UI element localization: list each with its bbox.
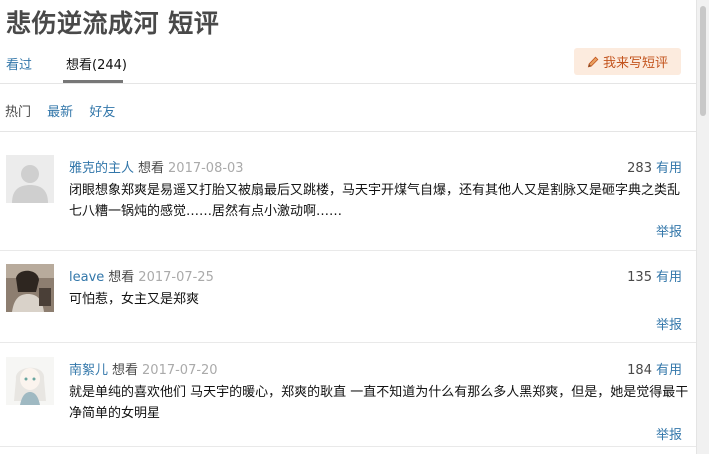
comment-date: 2017-07-25 <box>138 270 214 285</box>
report-link[interactable]: 举报 <box>656 314 682 333</box>
tab-want-to-watch[interactable]: 想看(244) <box>66 54 127 73</box>
comment-divider <box>0 250 697 251</box>
vote-count: 135 <box>627 270 652 285</box>
comment-status: 想看 <box>112 363 139 378</box>
avatar[interactable] <box>6 155 54 203</box>
comment-username[interactable]: 雅克的主人 <box>69 161 134 176</box>
comment-content: 闭眼想象郑爽是易遥又打胎又被扇最后又跳楼，马天宇开煤气自爆，还有其他人又是割脉又… <box>69 183 681 219</box>
sort-options: 热门 最新 好友 <box>5 101 127 120</box>
vote-count: 283 <box>627 161 652 176</box>
comment-votes: 184 有用 <box>627 359 682 378</box>
sort-latest[interactable]: 最新 <box>47 105 73 120</box>
page-title: 悲伤逆流成河 短评 <box>6 9 220 38</box>
comment-username[interactable]: leave <box>69 270 104 285</box>
tabs-divider <box>0 83 697 84</box>
comment-date: 2017-07-20 <box>142 363 218 378</box>
report-link[interactable]: 举报 <box>656 221 682 240</box>
pencil-icon <box>587 56 599 68</box>
useful-button[interactable]: 有用 <box>656 161 682 176</box>
write-review-label: 我来写短评 <box>602 56 668 71</box>
sort-divider <box>0 131 697 132</box>
comment-content: 可怕惹，女主又是郑爽 <box>69 292 200 307</box>
comment-divider <box>0 446 697 447</box>
report-link[interactable]: 举报 <box>656 424 682 443</box>
write-review-button[interactable]: 我来写短评 <box>574 48 681 75</box>
comment-meta: 雅克的主人 想看 2017-08-03 <box>69 157 244 176</box>
comment-votes: 283 有用 <box>627 157 682 176</box>
sort-hot[interactable]: 热门 <box>5 105 31 120</box>
comment-votes: 135 有用 <box>627 266 682 285</box>
scrollbar-thumb[interactable] <box>700 6 706 116</box>
avatar[interactable] <box>6 264 54 312</box>
comment-divider <box>0 342 697 343</box>
comment-date: 2017-08-03 <box>168 161 244 176</box>
comment-content: 就是单纯的喜欢他们 马天宇的暖心，郑爽的耿直 一直不知道为什么有那么多人黑郑爽，… <box>69 385 689 421</box>
comment-status: 想看 <box>108 270 135 285</box>
comment-status: 想看 <box>138 161 165 176</box>
avatar[interactable] <box>6 357 54 405</box>
sort-friends[interactable]: 好友 <box>89 105 115 120</box>
comment-meta: 南絮儿 想看 2017-07-20 <box>69 359 218 378</box>
page-scrollbar[interactable] <box>696 0 709 454</box>
useful-button[interactable]: 有用 <box>656 363 682 378</box>
comment-meta: leave 想看 2017-07-25 <box>69 266 214 285</box>
useful-button[interactable]: 有用 <box>656 270 682 285</box>
comment-username[interactable]: 南絮儿 <box>69 363 108 378</box>
vote-count: 184 <box>627 363 652 378</box>
tab-watched[interactable]: 看过 <box>6 54 32 73</box>
